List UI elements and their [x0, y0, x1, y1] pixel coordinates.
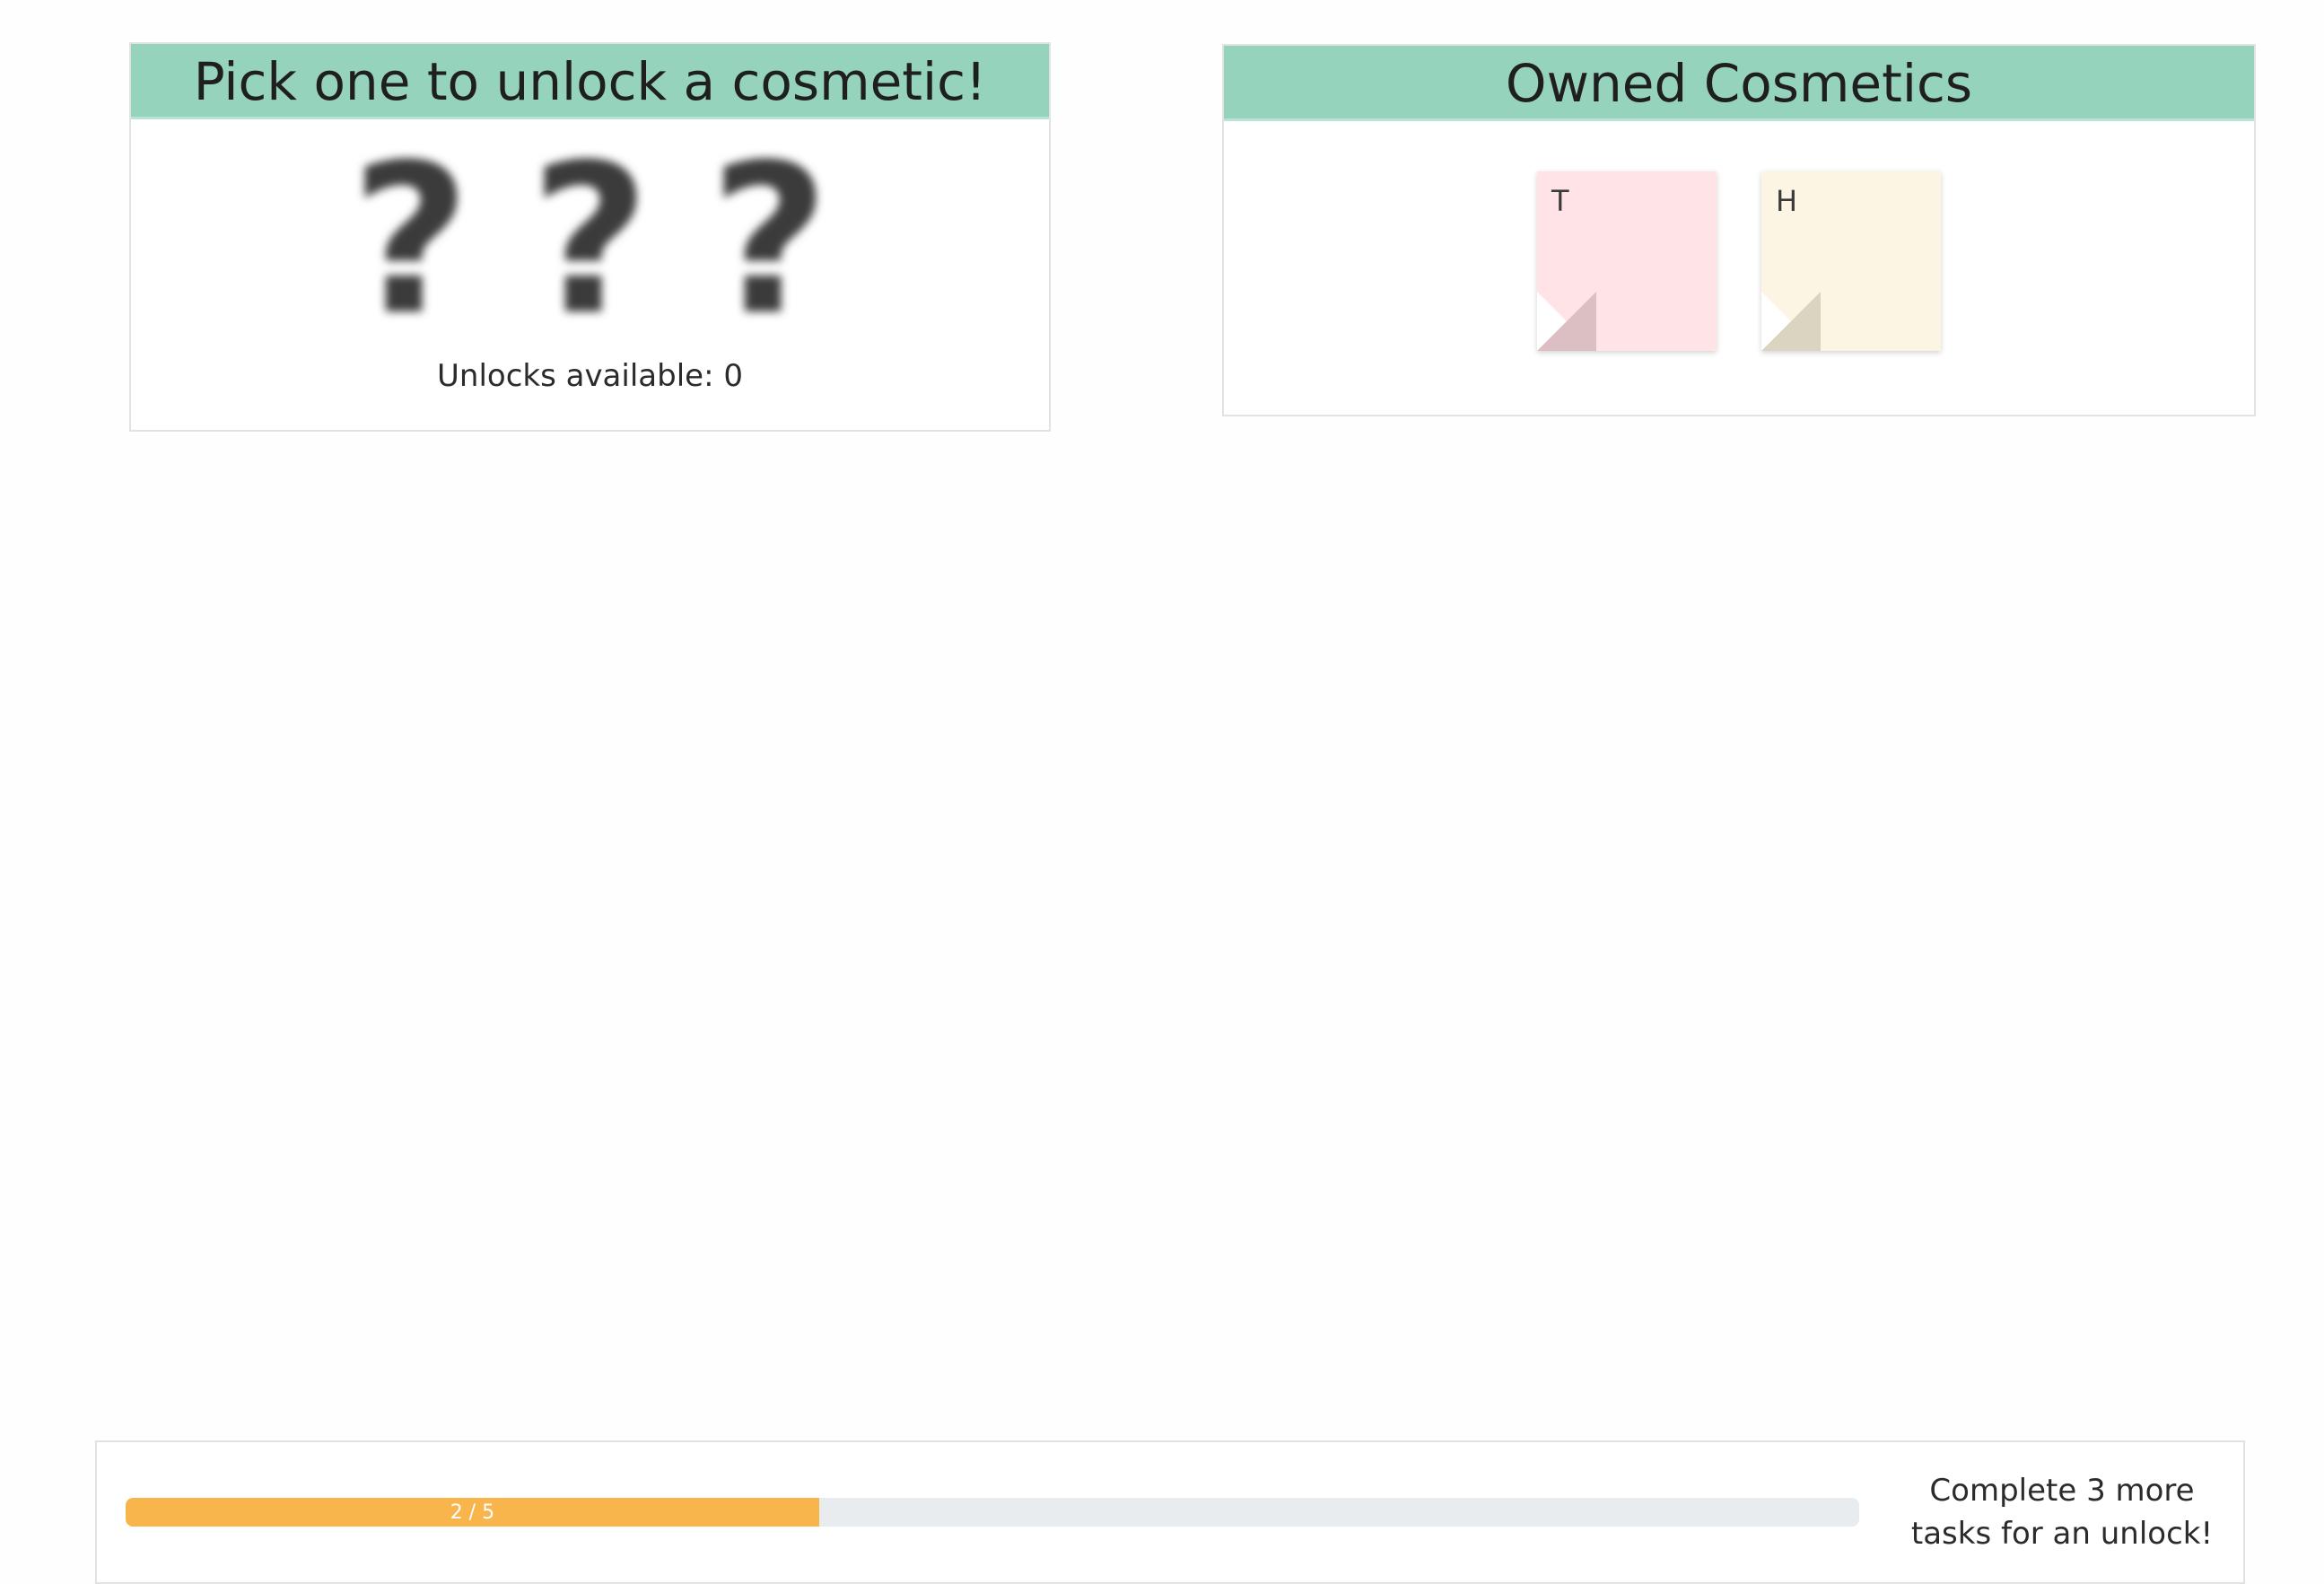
folded-corner-icon	[1537, 292, 1596, 351]
unlock-panel-title: Pick one to unlock a cosmetic!	[131, 44, 1049, 119]
mystery-option-2[interactable]: ?	[528, 138, 653, 345]
mystery-options: ? ? ?	[131, 138, 1049, 345]
unlock-panel: Pick one to unlock a cosmetic! ? ? ? Unl…	[129, 42, 1051, 432]
cosmetic-note-pink[interactable]: T	[1537, 171, 1717, 351]
progress-bar-fill: 2 / 5	[126, 1498, 819, 1527]
note-letter: T	[1551, 184, 1569, 218]
unlocks-available-text: Unlocks available: 0	[437, 358, 743, 394]
mystery-option-3[interactable]: ?	[707, 138, 833, 345]
progress-panel: 2 / 5 Complete 3 more tasks for an unloc…	[95, 1440, 2245, 1584]
note-letter: H	[1776, 184, 1798, 218]
folded-corner-icon	[1761, 292, 1821, 351]
mystery-option-1[interactable]: ?	[348, 138, 474, 345]
cosmetic-note-cream[interactable]: H	[1761, 171, 1941, 351]
progress-bar: 2 / 5	[126, 1498, 1859, 1527]
owned-cosmetics-panel: Owned Cosmetics T H	[1222, 44, 2256, 416]
progress-message: Complete 3 more tasks for an unlock!	[1910, 1473, 2214, 1552]
owned-cosmetics-list: T H	[1224, 171, 2254, 351]
owned-cosmetics-title: Owned Cosmetics	[1224, 46, 2254, 121]
progress-label: 2 / 5	[450, 1501, 495, 1524]
